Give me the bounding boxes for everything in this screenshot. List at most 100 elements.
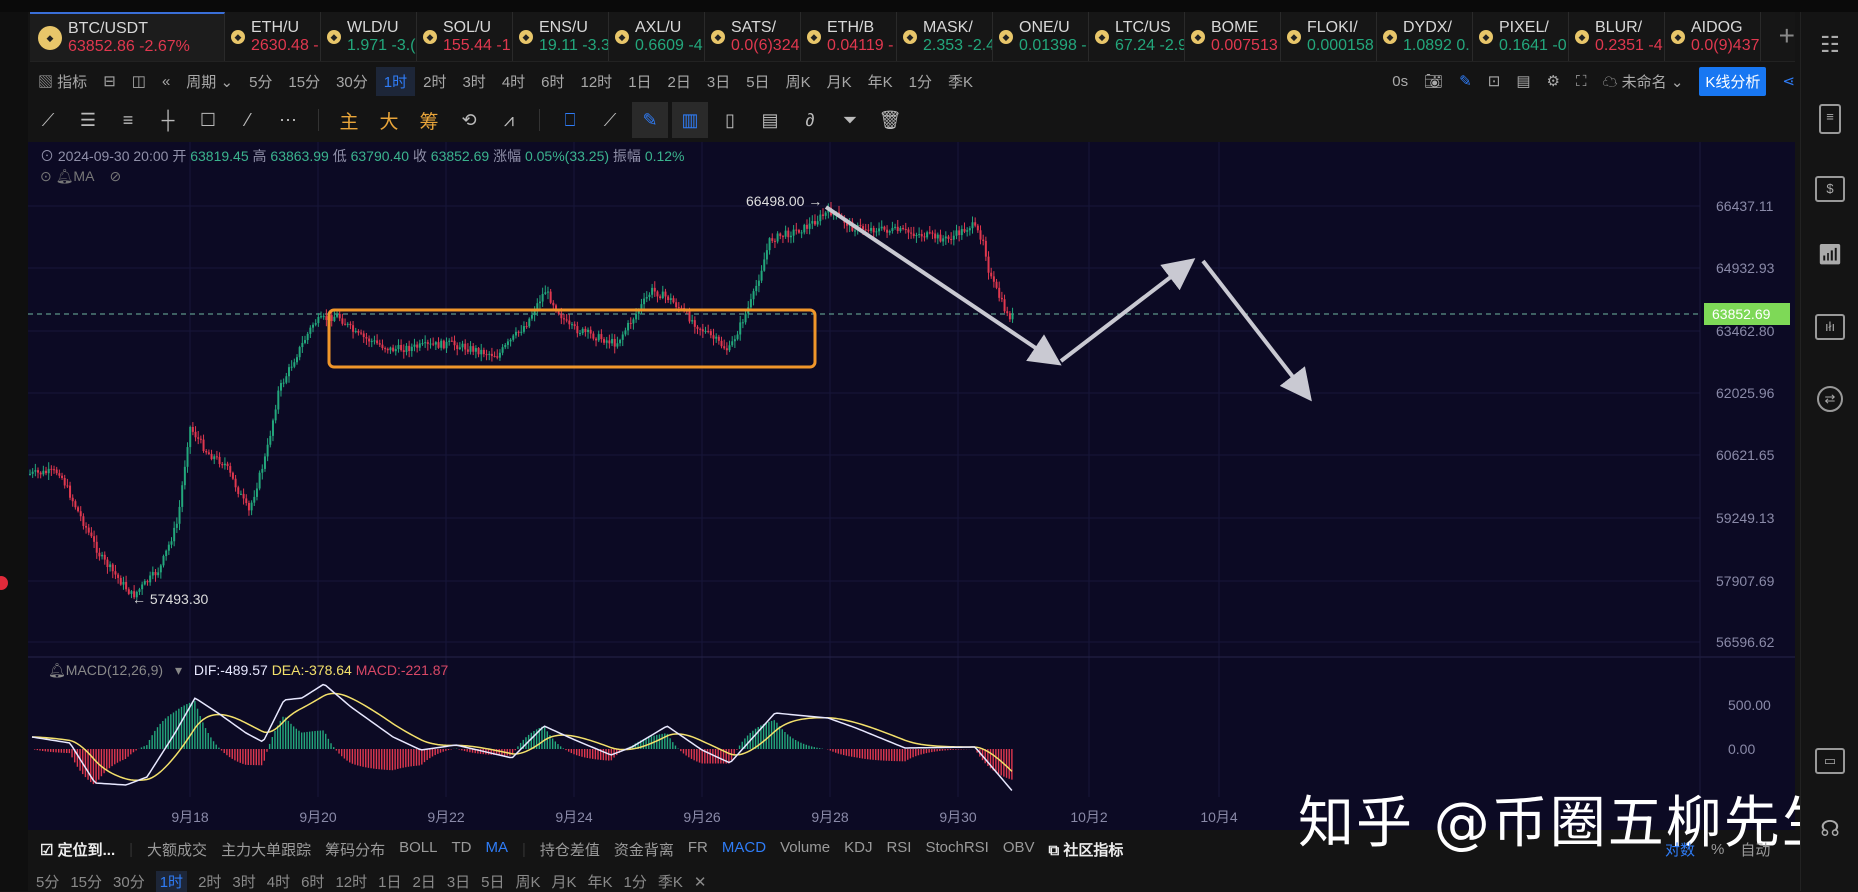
interval-30分[interactable]: 30分 [328, 67, 376, 96]
community-indicators-button[interactable]: ⧉ 社区指标 [1049, 839, 1124, 860]
bottom-interval-5分[interactable]: 5分 [36, 871, 59, 892]
fullscreen-icon[interactable]: ⛶ [1576, 73, 1587, 90]
interval-5日[interactable]: 5日 [738, 67, 777, 96]
interval-季K[interactable]: 季K [940, 67, 981, 96]
bottom-interval-30分[interactable]: 30分 [113, 871, 145, 892]
trend-line-icon[interactable]: ⟋ [30, 102, 66, 138]
bottom-interval-2日[interactable]: 2日 [412, 871, 435, 892]
bottom-interval-12时[interactable]: 12时 [335, 871, 367, 892]
symbol-tab[interactable]: ◆ MASK/2.353 -2.4 [897, 12, 993, 61]
bottom-interval-1日[interactable]: 1日 [378, 871, 401, 892]
panel-layout-icon[interactable]: ▭ [1815, 748, 1845, 774]
symbol-tab[interactable]: ◆ ENS/U 19.11 -3.3 [513, 12, 609, 61]
close-icon[interactable]: ✕ [694, 873, 707, 891]
bottom-interval-1分[interactable]: 1分 [624, 871, 647, 892]
collapse-icon[interactable]: ⊙ [40, 148, 54, 164]
calculator-icon[interactable]: ▤ [1516, 72, 1530, 90]
indicator-TD[interactable]: TD [451, 839, 471, 860]
indicator-筹码分布[interactable]: 筹码分布 [325, 839, 385, 860]
interval-4时[interactable]: 4时 [494, 67, 533, 96]
symbol-tab[interactable]: ◆ AIDOG 0.0(9)437 [1665, 12, 1761, 61]
link-icon[interactable]: ∂ [792, 102, 828, 138]
indicator-资金背离[interactable]: 资金背离 [614, 839, 674, 860]
more-icon[interactable]: ⋯ [270, 102, 306, 138]
main-force-button[interactable]: 主 [331, 102, 367, 138]
interval-5分[interactable]: 5分 [241, 67, 280, 96]
bottom-interval-年K[interactable]: 年K [588, 871, 613, 892]
interval-2时[interactable]: 2时 [415, 67, 454, 96]
bottom-interval-6时[interactable]: 6时 [301, 871, 324, 892]
add-window-icon[interactable]: ⊡ [1488, 72, 1501, 90]
template-icon[interactable]: ⊟ [95, 68, 124, 94]
kline-analysis-button[interactable]: K线分析 [1699, 66, 1767, 96]
interval-周K[interactable]: 周K [778, 67, 819, 96]
bottom-interval-月K[interactable]: 月K [552, 871, 577, 892]
monitor-chart-icon[interactable]: ıłı [1815, 314, 1845, 340]
symbol-tab[interactable]: ◆ PIXEL/0.1641 -0 [1473, 12, 1569, 61]
replay-icon[interactable]: « [154, 69, 178, 94]
chips-button[interactable]: 筹 [411, 102, 447, 138]
auto-scale-toggle[interactable]: 自动 [1740, 839, 1770, 860]
bottom-interval-15分[interactable]: 15分 [70, 871, 102, 892]
continuous-draw-icon[interactable]: ✎ [632, 102, 668, 138]
symbol-tab[interactable]: ◆ AXL/U 0.6609 -4 [609, 12, 705, 61]
interval-2日[interactable]: 2日 [660, 67, 699, 96]
notes-icon[interactable]: ▤ [752, 102, 788, 138]
interval-3时[interactable]: 3时 [454, 67, 493, 96]
symbol-tab[interactable]: ◆ FLOKI/0.000158 [1281, 12, 1377, 61]
settings-icon[interactable]: ⚙ [1547, 72, 1560, 90]
ruler-icon[interactable]: ⟋ [592, 102, 628, 138]
interval-1时[interactable]: 1时 [375, 66, 416, 96]
horizontal-lines-icon[interactable]: ☰ [70, 102, 106, 138]
hide-icon[interactable]: ⊘ [110, 168, 122, 184]
growth-chart-icon[interactable]: 📶︎ [1815, 244, 1845, 270]
big-order-button[interactable]: 大 [371, 102, 407, 138]
bottom-interval-季K[interactable]: 季K [658, 871, 683, 892]
bottom-interval-周K[interactable]: 周K [516, 871, 541, 892]
chart-canvas[interactable]: 66437.11 64932.93 63462.80 62025.96 60621.65… [28, 142, 1795, 830]
symbol-tab[interactable]: ◆ BLUR/0.2351 -4 [1569, 12, 1665, 61]
magnet-icon[interactable]: ▥ [672, 102, 708, 138]
bookmark-icon[interactable]: ⎕ [552, 102, 588, 138]
add-tab-button[interactable]: + [1779, 20, 1795, 52]
document-icon[interactable]: ≡ [1819, 104, 1841, 134]
alert-icon[interactable]: 🔔︎ [56, 168, 74, 184]
parallel-channel-icon[interactable]: ≡ [110, 102, 146, 138]
indicators-button[interactable]: ▧ 指标 [30, 67, 95, 96]
swap-icon[interactable]: ⇄ [1817, 386, 1843, 412]
measure-icon[interactable]: ⩘ [491, 102, 527, 138]
share-icon[interactable]: ⋖ [1782, 72, 1795, 90]
symbol-tab[interactable]: ◆ SATS/0.0(6)324 [705, 12, 801, 61]
bottom-interval-3时[interactable]: 3时 [232, 871, 255, 892]
indicator-KDJ[interactable]: KDJ [844, 839, 872, 860]
indicator-MA[interactable]: MA [485, 839, 508, 860]
symbol-tab[interactable]: ◆ ONE/U 0.01398 - [993, 12, 1089, 61]
layout-icon[interactable]: ◫ [124, 68, 154, 94]
symbol-tab[interactable]: ◆ DYDX/1.0892 0. [1377, 12, 1473, 61]
bottom-interval-2时[interactable]: 2时 [198, 871, 221, 892]
indicator-StochRSI[interactable]: StochRSI [925, 839, 988, 860]
symbol-tab[interactable]: ◆ BOME 0.007513 [1185, 12, 1281, 61]
bottom-interval-4时[interactable]: 4时 [267, 871, 290, 892]
symbol-tab[interactable]: ◆ SOL/U 155.44 -1 [417, 12, 513, 61]
symbol-tab[interactable]: ◆ WLD/U 1.971 -3.( [321, 12, 417, 61]
interval-15分[interactable]: 15分 [280, 67, 328, 96]
indicator-MACD[interactable]: MACD [722, 839, 766, 860]
interval-12时[interactable]: 12时 [573, 67, 621, 96]
percent-scale-toggle[interactable]: % [1711, 841, 1724, 858]
interval-6时[interactable]: 6时 [533, 67, 572, 96]
filter-icon[interactable]: ⏷ [832, 102, 868, 138]
indicator-主力大单跟踪[interactable]: 主力大单跟踪 [221, 839, 311, 860]
list-icon[interactable]: ☷ [1815, 34, 1845, 60]
symbol-tab[interactable]: ◆ BTC/USDT 63852.86 -2.67% [30, 12, 225, 61]
collapse-icon[interactable]: ⊙ [40, 168, 52, 184]
symbol-tab[interactable]: ◆ ETH/B 0.04119 - [801, 12, 897, 61]
indicator-RSI[interactable]: RSI [886, 839, 911, 860]
indicator-Volume[interactable]: Volume [780, 839, 830, 860]
interval-1分[interactable]: 1分 [901, 67, 940, 96]
interval-1日[interactable]: 1日 [620, 67, 659, 96]
rectangle-icon[interactable]: ☐ [190, 102, 226, 138]
brush-icon[interactable]: ⁄ [230, 102, 266, 138]
interval-年K[interactable]: 年K [860, 67, 901, 96]
layout-name-dropdown[interactable]: ☁ 未命名 ⌄ [1602, 71, 1683, 92]
